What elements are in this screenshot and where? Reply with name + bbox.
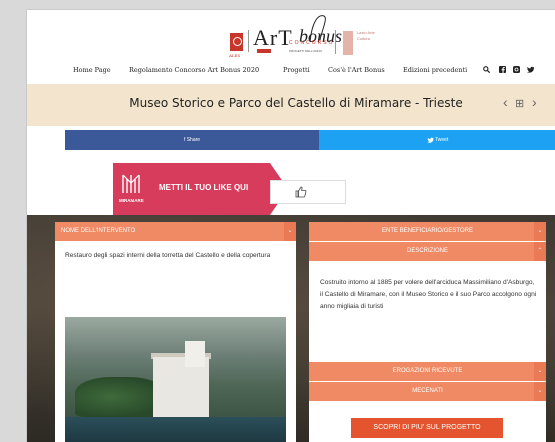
photo-castle-tower (185, 341, 205, 367)
intervento-accordion-label: NOME DELL'INTERVENTO (61, 228, 136, 234)
ales-logo-text: ALES (229, 53, 241, 58)
concorso-strip (257, 49, 271, 53)
partner-logo-text: Lazio Arte Cultura (357, 30, 375, 41)
twitter-share-label: Tweet (434, 137, 449, 143)
photo-sea (65, 417, 286, 442)
logo-divider (248, 30, 249, 52)
nav-regolamento[interactable]: Regolamento Concorso Art Bonus 2020 (129, 66, 259, 74)
beneficiario-accordion-label: ENTE BENEFICIARIO/GESTORE (382, 228, 473, 234)
castle-photo (65, 317, 286, 442)
chevron-down-icon: ⌄ (284, 222, 296, 241)
prev-project-icon[interactable]: ‹ (503, 94, 508, 110)
main-nav: Home Page Regolamento Concorso Art Bonus… (27, 66, 555, 82)
instagram-icon[interactable] (513, 66, 520, 75)
project-description: Costruito intorno al 1885 per volere del… (320, 279, 537, 310)
page-title: Museo Storico e Parco del Castello di Mi… (129, 96, 463, 110)
project-details-card: ENTE BENEFICIARIO/GESTORE ⌄ DESCRIZIONE … (309, 222, 546, 442)
thumbs-up-icon (295, 186, 307, 198)
chevron-down-icon: ⌄ (534, 222, 546, 241)
twitter-share-button[interactable]: Tweet (319, 130, 555, 150)
chevron-down-icon: ⌄ (534, 382, 546, 401)
chevron-down-icon: ⌄ (534, 362, 546, 381)
facebook-share-button[interactable]: f Share (65, 130, 319, 150)
mecenati-accordion[interactable]: MECENATI ⌄ (309, 382, 546, 401)
like-banner[interactable]: MIRAMARE METTI IL TUO LIKE QUI (113, 163, 270, 215)
miramare-logo-icon (122, 174, 140, 193)
project-title-bar: Museo Storico e Parco del Castello di Mi… (27, 84, 555, 126)
nav-progetti[interactable]: Progetti (283, 66, 310, 74)
concorso-sublabel: PROGETTI DELL'ANNO (289, 49, 322, 53)
twitter-bird-icon (427, 137, 434, 143)
ales-logo[interactable] (230, 33, 243, 51)
erogazioni-accordion[interactable]: EROGAZIONI RICEVUTE ⌄ (309, 362, 546, 381)
intervento-accordion[interactable]: NOME DELL'INTERVENTO ⌄ (55, 222, 296, 241)
intervento-card: NOME DELL'INTERVENTO ⌄ Restauro degli sp… (55, 222, 296, 442)
next-project-icon[interactable]: › (532, 94, 537, 110)
like-label: METTI IL TUO LIKE QUI (159, 183, 249, 192)
site-header: ALES ArT bonus CONCORSO PROGETTI DELL'AN… (27, 10, 555, 65)
descrizione-accordion-label: DESCRIZIONE (406, 248, 448, 254)
miramare-logo-text: MIRAMARE (119, 198, 144, 203)
search-icon[interactable] (483, 66, 491, 75)
photo-trees (75, 377, 165, 417)
descrizione-accordion[interactable]: DESCRIZIONE ⌃ (309, 242, 546, 261)
nav-home[interactable]: Home Page (73, 66, 111, 74)
intervento-description: Restauro degli spazi interni della torre… (65, 252, 271, 259)
facebook-icon[interactable] (499, 66, 506, 75)
twitter-icon[interactable] (527, 66, 535, 75)
concorso-label: CONCORSO (289, 40, 335, 46)
nav-edizioni-precedenti[interactable]: Edizioni precedenti (403, 66, 467, 74)
like-button[interactable] (270, 180, 346, 204)
erogazioni-accordion-label: EROGAZIONI RICEVUTE (392, 368, 463, 374)
browser-page: ALES ArT bonus CONCORSO PROGETTI DELL'AN… (26, 9, 555, 442)
chevron-up-icon: ⌃ (534, 242, 546, 261)
artbonus-logo-art[interactable]: ArT (253, 25, 293, 51)
scopri-progetto-button[interactable]: SCOPRI DI PIU' SUL PROGETTO (351, 418, 503, 438)
grid-icon[interactable]: ⊞ (515, 97, 524, 110)
beneficiario-accordion[interactable]: ENTE BENEFICIARIO/GESTORE ⌄ (309, 222, 546, 241)
partner-logo (343, 31, 353, 55)
nav-cos-e-art-bonus[interactable]: Cos'è l'Art Bonus (328, 66, 385, 74)
logo-divider-2 (335, 30, 336, 54)
mecenati-accordion-label: MECENATI (412, 388, 443, 394)
